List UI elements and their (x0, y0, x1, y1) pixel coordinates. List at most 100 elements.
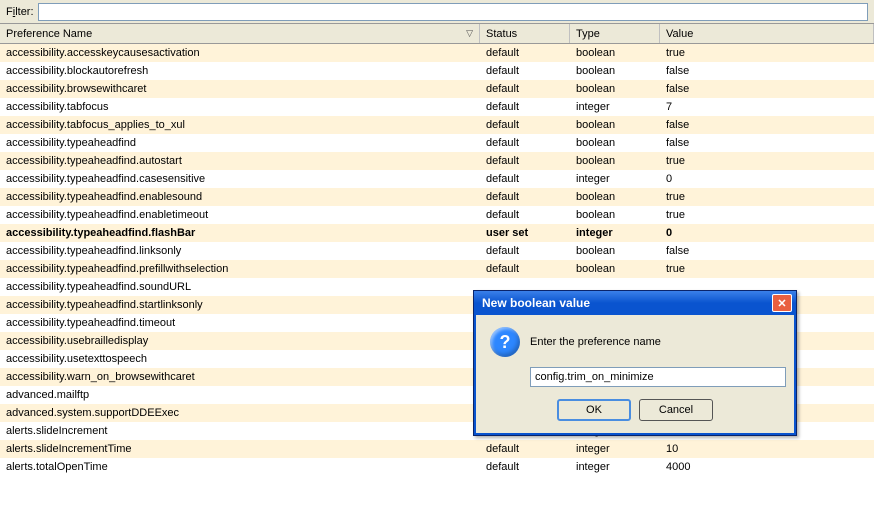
pref-type (570, 286, 660, 288)
header-type[interactable]: Type (570, 24, 660, 43)
pref-status: default (480, 64, 570, 78)
table-row[interactable]: accessibility.tabfocusdefaultinteger7 (0, 98, 874, 116)
pref-value: true (660, 46, 874, 60)
pref-name: accessibility.typeaheadfind.timeout (0, 316, 480, 330)
pref-type: integer (570, 172, 660, 186)
pref-value: false (660, 64, 874, 78)
pref-value: false (660, 82, 874, 96)
table-row[interactable]: accessibility.typeaheadfind.enabletimeou… (0, 206, 874, 224)
column-headers: Preference Name ▽ Status Type Value (0, 24, 874, 44)
pref-name: accessibility.typeaheadfind.startlinkson… (0, 298, 480, 312)
pref-type: boolean (570, 154, 660, 168)
header-label: Type (576, 28, 600, 40)
pref-type: boolean (570, 118, 660, 132)
filter-bar: Filter: (0, 0, 874, 24)
preference-name-input[interactable] (530, 367, 786, 387)
pref-status: default (480, 46, 570, 60)
header-preference-name[interactable]: Preference Name ▽ (0, 24, 480, 43)
pref-name: accessibility.usetexttospeech (0, 352, 480, 366)
new-boolean-dialog: New boolean value ✕ Enter the preference… (473, 290, 797, 436)
table-row[interactable]: accessibility.accesskeycausesactivationd… (0, 44, 874, 62)
table-row[interactable]: accessibility.typeaheadfind.prefillwiths… (0, 260, 874, 278)
pref-type: integer (570, 100, 660, 114)
pref-name: accessibility.usebrailledisplay (0, 334, 480, 348)
pref-value: true (660, 190, 874, 204)
pref-type: boolean (570, 64, 660, 78)
header-label: Preference Name (6, 28, 92, 40)
pref-name: alerts.slideIncrement (0, 424, 480, 438)
pref-value: 4000 (660, 460, 874, 474)
pref-status: default (480, 442, 570, 456)
header-status[interactable]: Status (480, 24, 570, 43)
header-label: Value (666, 28, 693, 40)
table-row[interactable]: accessibility.typeaheadfind.flashBaruser… (0, 224, 874, 242)
pref-name: accessibility.blockautorefresh (0, 64, 480, 78)
pref-status: default (480, 172, 570, 186)
table-row[interactable]: alerts.slideIncrementTimedefaultinteger1… (0, 440, 874, 458)
table-row[interactable]: accessibility.blockautorefreshdefaultboo… (0, 62, 874, 80)
pref-type: boolean (570, 46, 660, 60)
sort-indicator-icon: ▽ (466, 28, 473, 39)
pref-type: boolean (570, 244, 660, 258)
table-row[interactable]: accessibility.typeaheadfinddefaultboolea… (0, 134, 874, 152)
table-row[interactable]: accessibility.typeaheadfind.casesensitiv… (0, 170, 874, 188)
pref-name: advanced.mailftp (0, 388, 480, 402)
pref-status: default (480, 82, 570, 96)
pref-value: true (660, 208, 874, 222)
pref-value: 10 (660, 442, 874, 456)
table-row[interactable]: accessibility.typeaheadfind.linksonlydef… (0, 242, 874, 260)
pref-type: boolean (570, 136, 660, 150)
pref-type: integer (570, 442, 660, 456)
pref-name: accessibility.tabfocus (0, 100, 480, 114)
pref-value: true (660, 154, 874, 168)
header-label: Status (486, 28, 517, 40)
pref-name: accessibility.browsewithcaret (0, 82, 480, 96)
pref-name: advanced.system.supportDDEExec (0, 406, 480, 420)
pref-status: default (480, 118, 570, 132)
cancel-button[interactable]: Cancel (639, 399, 713, 421)
pref-value: 0 (660, 172, 874, 186)
header-value[interactable]: Value (660, 24, 874, 43)
table-row[interactable]: accessibility.browsewithcaretdefaultbool… (0, 80, 874, 98)
pref-status: user set (480, 226, 570, 240)
pref-value: false (660, 244, 874, 258)
pref-name: accessibility.typeaheadfind.flashBar (0, 226, 480, 240)
table-row[interactable]: alerts.totalOpenTimedefaultinteger4000 (0, 458, 874, 476)
pref-status: default (480, 100, 570, 114)
pref-name: alerts.slideIncrementTime (0, 442, 480, 456)
filter-input[interactable] (38, 3, 868, 21)
pref-type: boolean (570, 190, 660, 204)
pref-status: default (480, 460, 570, 474)
pref-status: default (480, 136, 570, 150)
pref-type: boolean (570, 208, 660, 222)
pref-status: default (480, 244, 570, 258)
dialog-titlebar[interactable]: New boolean value ✕ (474, 291, 796, 315)
pref-name: accessibility.typeaheadfind.enabletimeou… (0, 208, 480, 222)
ok-button[interactable]: OK (557, 399, 631, 421)
pref-value: 7 (660, 100, 874, 114)
table-row[interactable]: accessibility.typeaheadfind.autostartdef… (0, 152, 874, 170)
pref-name: accessibility.accesskeycausesactivation (0, 46, 480, 60)
pref-value (660, 286, 874, 288)
pref-name: accessibility.typeaheadfind (0, 136, 480, 150)
pref-value: 0 (660, 226, 874, 240)
pref-name: alerts.totalOpenTime (0, 460, 480, 474)
dialog-body: Enter the preference name OK Cancel (474, 315, 796, 435)
pref-name: accessibility.warn_on_browsewithcaret (0, 370, 480, 384)
pref-value: false (660, 118, 874, 132)
pref-name: accessibility.tabfocus_applies_to_xul (0, 118, 480, 132)
pref-status (480, 286, 570, 288)
pref-type: boolean (570, 262, 660, 276)
pref-status: default (480, 262, 570, 276)
pref-status: default (480, 190, 570, 204)
pref-name: accessibility.typeaheadfind.autostart (0, 154, 480, 168)
pref-name: accessibility.typeaheadfind.soundURL (0, 280, 480, 294)
pref-name: accessibility.typeaheadfind.enablesound (0, 190, 480, 204)
pref-value: false (660, 136, 874, 150)
pref-name: accessibility.typeaheadfind.prefillwiths… (0, 262, 480, 276)
table-row[interactable]: accessibility.tabfocus_applies_to_xuldef… (0, 116, 874, 134)
close-icon[interactable]: ✕ (772, 294, 792, 312)
table-row[interactable]: accessibility.typeaheadfind.enablesoundd… (0, 188, 874, 206)
filter-label: Filter: (6, 6, 34, 18)
pref-type: boolean (570, 82, 660, 96)
